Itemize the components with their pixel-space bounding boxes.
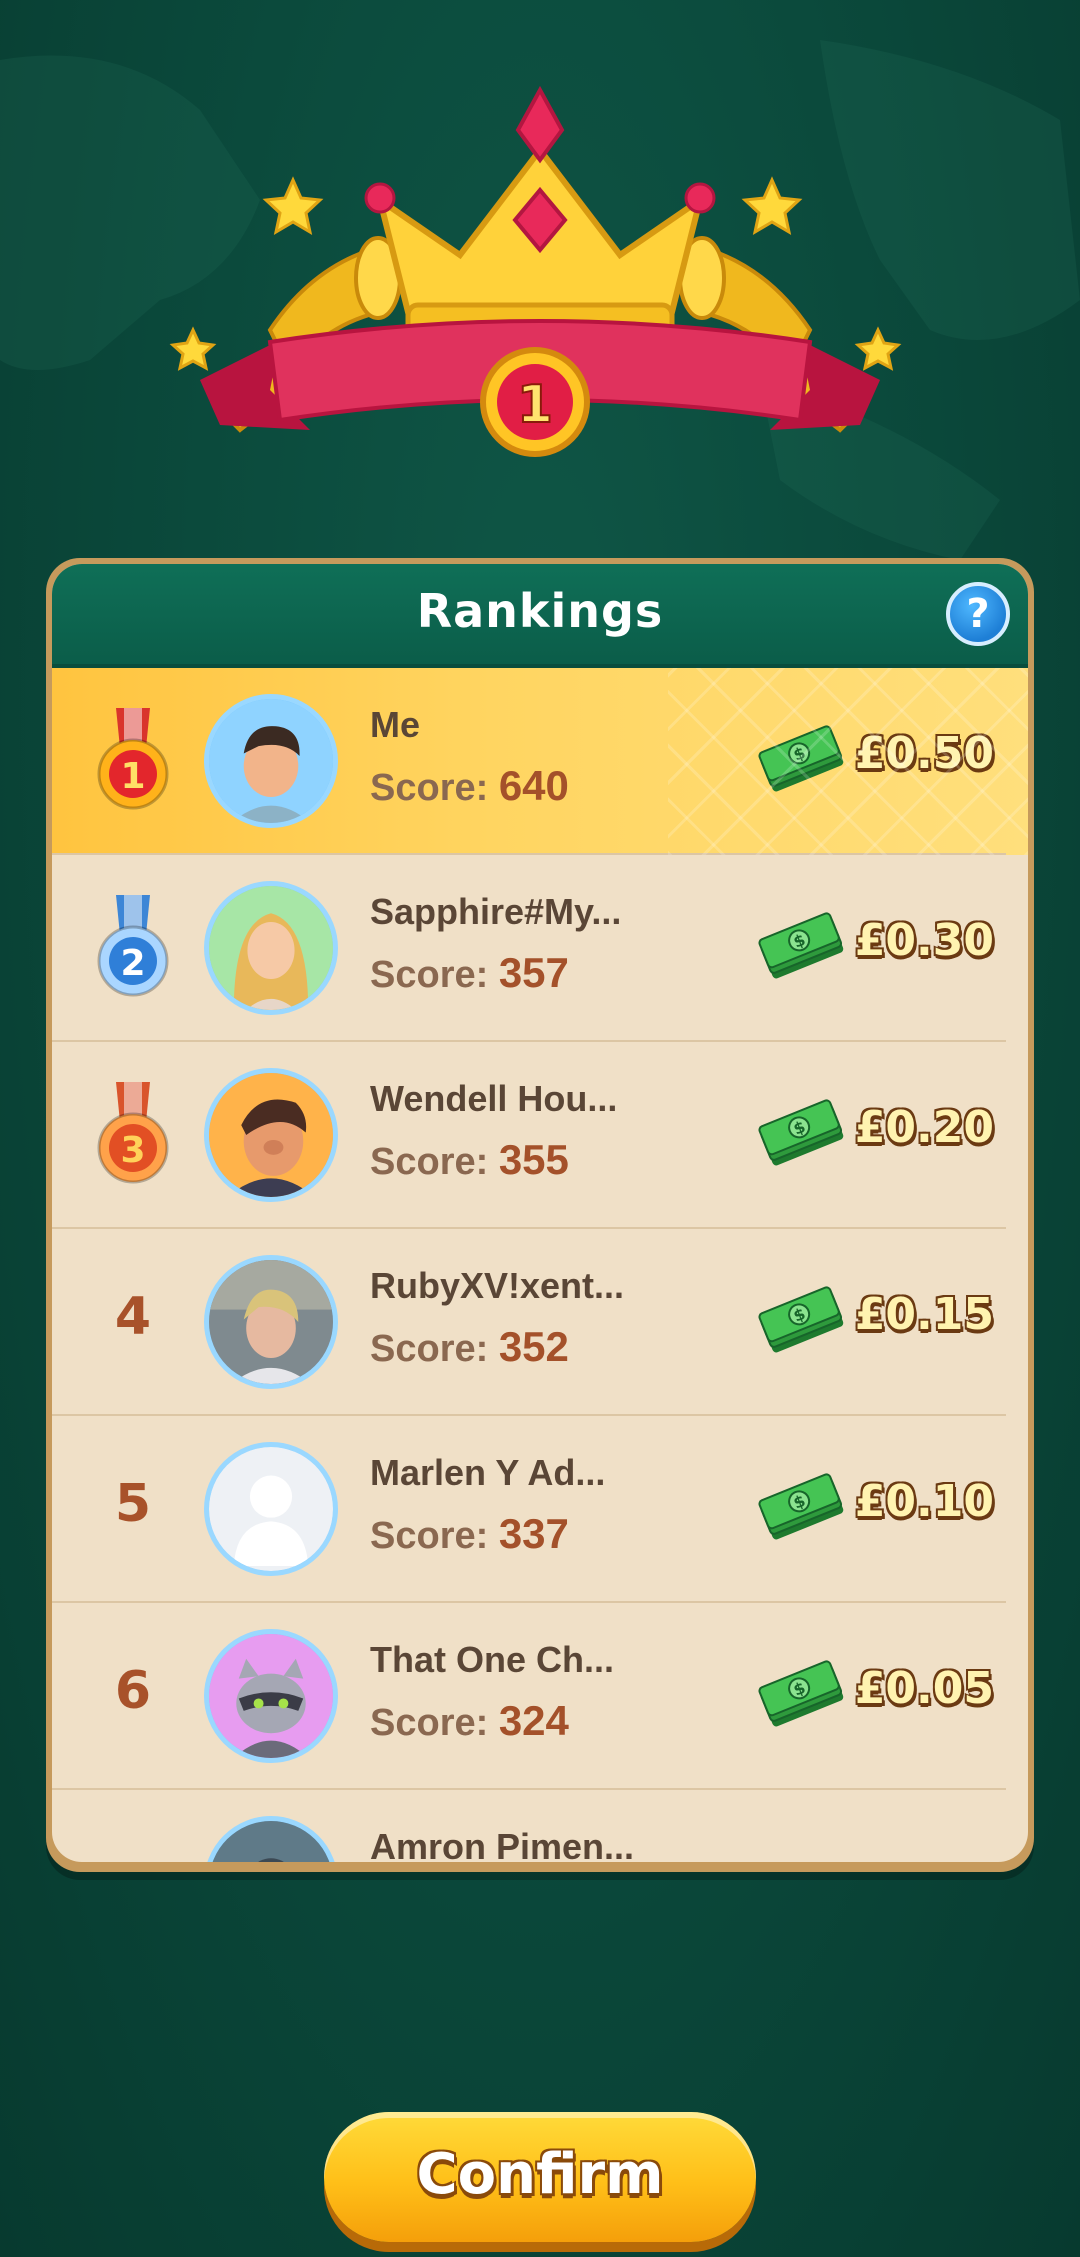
- score-value: 324: [498, 1697, 569, 1744]
- score-label: Score:: [370, 1328, 499, 1370]
- player-avatar[interactable]: [204, 881, 338, 1015]
- cartoon-man-avatar-icon: [209, 1073, 333, 1197]
- photo-woman-avatar-icon: [209, 1260, 333, 1384]
- ranking-row[interactable]: 5 Marlen Y Ad... Score: 337 $ £0.10: [52, 1416, 1028, 1603]
- prize-amount: £0.05: [854, 1663, 994, 1714]
- partial-avatar-icon: [209, 1821, 333, 1862]
- confirm-button[interactable]: Confirm: [324, 2112, 756, 2242]
- player-avatar[interactable]: [204, 1255, 338, 1389]
- player-name: Sapphire#My...: [370, 891, 622, 932]
- silver-medal-icon: 2: [97, 895, 169, 997]
- svg-text:3: 3: [120, 1130, 145, 1171]
- confirm-button-label: Confirm: [416, 2142, 664, 2207]
- score-value: 357: [498, 949, 569, 996]
- player-name: Wendell Hou...: [370, 1078, 618, 1119]
- rank-number: 4: [114, 1287, 152, 1347]
- score-label: Score:: [370, 1515, 499, 1557]
- score-value: 352: [498, 1323, 569, 1370]
- rank-number: 5: [114, 1474, 152, 1534]
- ranking-row[interactable]: 1 Me Score: 640 $ £0.50: [52, 668, 1028, 855]
- cash-stack-icon: $: [758, 725, 844, 792]
- ranking-row[interactable]: 6 That One Ch... Score: 324 $ £0.05: [52, 1603, 1028, 1790]
- star-icon: [741, 176, 803, 236]
- star-icon: [854, 326, 902, 371]
- score-value: 355: [498, 1136, 569, 1183]
- cash-stack-icon: $: [758, 1099, 844, 1166]
- rankings-list[interactable]: 1 Me Score: 640 $ £0.50 2 Sapphire#My... Score:…: [52, 668, 1028, 1862]
- player-avatar[interactable]: [204, 1816, 338, 1862]
- prize-amount: £0.15: [854, 1289, 994, 1340]
- score-line: Score: 337: [370, 1510, 569, 1558]
- default-silhouette-avatar-icon: [209, 1447, 333, 1571]
- rank-number: 6: [114, 1661, 152, 1721]
- crown-trophy-emblem: 1: [169, 85, 902, 457]
- score-label: Score:: [370, 767, 499, 809]
- panel-header: Rankings ?: [52, 564, 1028, 668]
- player-avatar[interactable]: [204, 1068, 338, 1202]
- score-line: Score: 355: [370, 1136, 569, 1184]
- prize-amount: £0.50: [854, 728, 994, 779]
- svg-text:$: $: [790, 743, 807, 765]
- man-avatar-icon: [209, 699, 333, 823]
- ranking-row[interactable]: 3 Wendell Hou... Score: 355 $ £0.20: [52, 1042, 1028, 1229]
- ranking-row[interactable]: Amron Pimen...: [52, 1790, 1028, 1862]
- player-avatar[interactable]: [204, 1629, 338, 1763]
- prize-amount: £0.10: [854, 1476, 994, 1527]
- emblem-rank-number: 1: [517, 375, 553, 435]
- score-line: Score: 357: [370, 949, 569, 997]
- score-line: Score: 352: [370, 1323, 569, 1371]
- prize-amount: £0.20: [854, 1102, 994, 1153]
- score-label: Score:: [370, 1141, 499, 1183]
- player-avatar[interactable]: [204, 1442, 338, 1576]
- player-name: RubyXV!xent...: [370, 1265, 625, 1306]
- cash-stack-icon: $: [758, 1286, 844, 1353]
- ranking-row[interactable]: 4 RubyXV!xent... Score: 352 $ £0.15: [52, 1229, 1028, 1416]
- raccoon-avatar-icon: [209, 1634, 333, 1758]
- player-avatar[interactable]: [204, 694, 338, 828]
- prize-amount: £0.30: [854, 915, 994, 966]
- help-button[interactable]: ?: [946, 582, 1010, 646]
- blonde-woman-avatar-icon: [209, 886, 333, 1010]
- rankings-panel: Rankings ? 1 Me Score: 640 $ £0.50 2 Sapphire#…: [46, 558, 1034, 1872]
- score-value: 337: [498, 1510, 569, 1557]
- score-line: Score: 640: [370, 762, 569, 810]
- panel-title: Rankings: [416, 584, 664, 638]
- bronze-medal-icon: 3: [97, 1082, 169, 1184]
- score-line: Score: 324: [370, 1697, 569, 1745]
- score-value: 640: [498, 762, 569, 809]
- gold-medal-icon: 1: [97, 708, 169, 810]
- score-label: Score:: [370, 954, 499, 996]
- svg-text:2: 2: [120, 943, 145, 984]
- player-name: Me: [370, 704, 421, 745]
- player-name: Marlen Y Ad...: [370, 1452, 606, 1493]
- player-name: Amron Pimen...: [370, 1826, 635, 1862]
- ranking-row[interactable]: 2 Sapphire#My... Score: 357 $ £0.30: [52, 855, 1028, 1042]
- cash-stack-icon: $: [758, 1660, 844, 1727]
- star-icon: [262, 176, 324, 236]
- cash-stack-icon: $: [758, 912, 844, 979]
- score-label: Score:: [370, 1702, 499, 1744]
- star-icon: [169, 326, 217, 371]
- player-name: That One Ch...: [370, 1639, 615, 1680]
- cash-stack-icon: $: [758, 1473, 844, 1540]
- svg-text:1: 1: [120, 756, 145, 797]
